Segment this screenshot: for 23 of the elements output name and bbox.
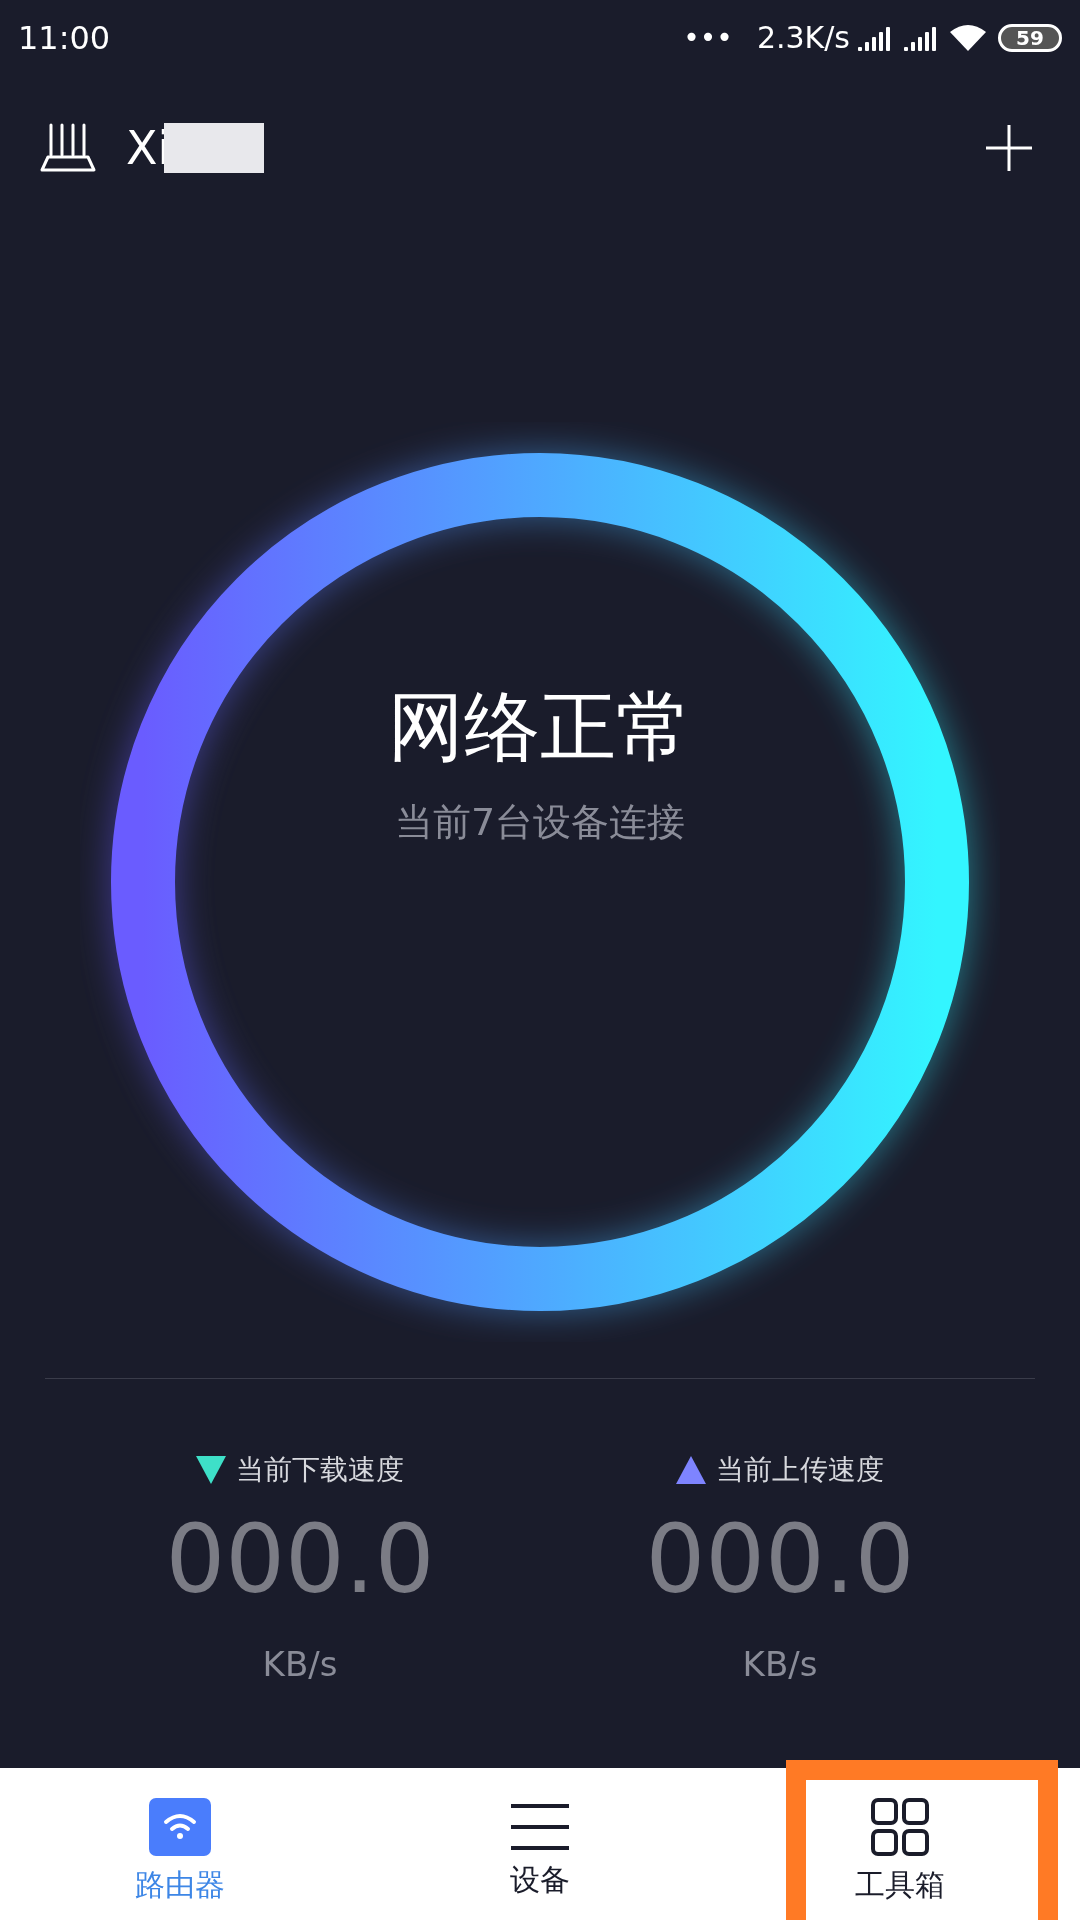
signal-icon — [858, 24, 892, 51]
speed-label: 当前下载速度 — [236, 1452, 404, 1488]
grid-icon — [871, 1797, 929, 1856]
speed-value: 000.0 — [645, 1504, 915, 1616]
battery-icon: 59 — [998, 23, 1062, 52]
wifi-icon — [149, 1797, 211, 1856]
add-icon[interactable] — [986, 125, 1032, 171]
router-icon — [40, 123, 96, 173]
wifi-icon — [950, 23, 986, 52]
connected-devices-text: 当前7台设备连接 — [394, 798, 686, 846]
speed-value: 000.0 — [165, 1504, 435, 1616]
status-time: 11:00 — [18, 17, 111, 59]
nav-tab[interactable]: 工具箱 — [855, 1781, 945, 1907]
more-indicator: ••• — [683, 19, 733, 56]
signal-icon — [904, 24, 938, 51]
menu-icon — [511, 1802, 569, 1851]
network-status-title: 网络正常 — [388, 680, 692, 773]
speed-label: 当前上传速度 — [716, 1452, 884, 1488]
nav-tab[interactable]: 设备 — [510, 1786, 570, 1902]
nav-tab[interactable]: 路由器 — [135, 1781, 225, 1907]
speed-unit: KB/s — [742, 1642, 818, 1686]
speed-unit: KB/s — [262, 1642, 338, 1686]
network-speed: 2.3K/s — [756, 19, 850, 57]
